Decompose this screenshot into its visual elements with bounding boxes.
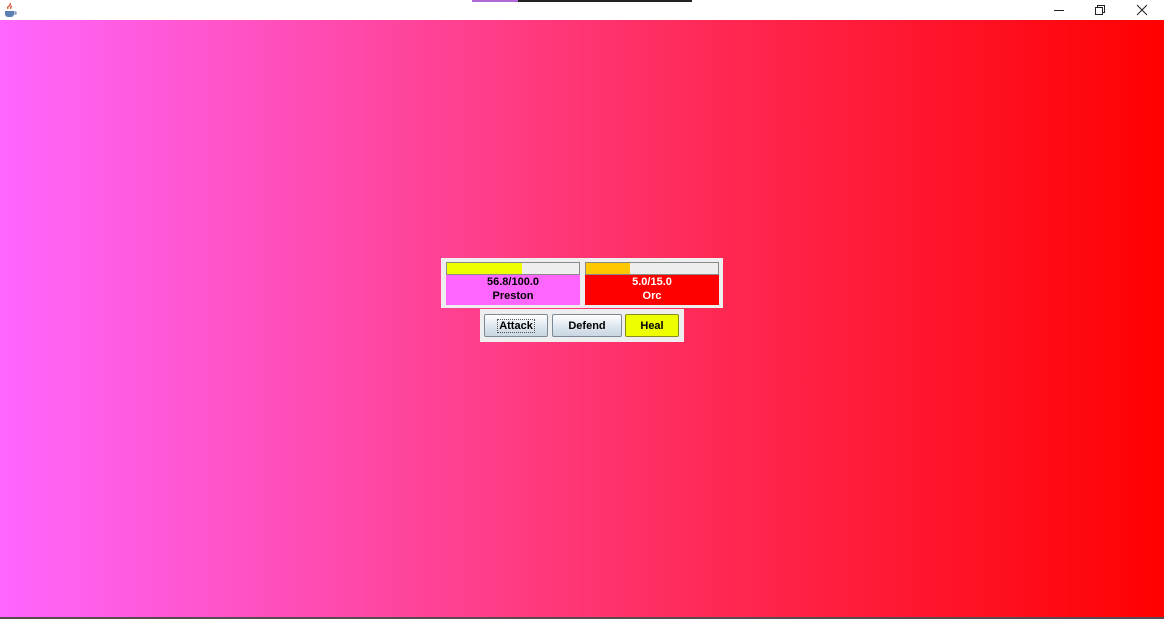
title-tab-indicator [472,0,692,2]
player-name: Preston [492,290,534,302]
player-status: 56.8/100.0 Preston [446,262,580,305]
minimize-icon [1054,10,1064,11]
enemy-health-fill [586,263,630,274]
java-cup-icon [2,2,18,18]
title-tab-accent [472,0,518,2]
action-panel: Attack Defend Heal [480,309,684,342]
close-icon [1136,4,1148,16]
attack-button[interactable]: Attack [484,314,548,337]
enemy-health-text: 5.0/15.0 [632,276,672,288]
restore-icon [1095,5,1105,15]
player-health-bar [446,262,580,275]
attack-button-label: Attack [497,318,535,333]
heal-button[interactable]: Heal [625,314,679,337]
player-health-text: 56.8/100.0 [487,276,539,288]
title-bar[interactable] [0,0,1164,20]
status-panel: 56.8/100.0 Preston 5.0/15.0 Orc [441,258,723,308]
maximize-button[interactable] [1082,0,1118,20]
defend-button[interactable]: Defend [552,314,622,337]
close-button[interactable] [1124,0,1160,20]
enemy-health-bar [585,262,719,275]
minimize-button[interactable] [1041,0,1077,20]
game-window: 56.8/100.0 Preston 5.0/15.0 Orc Attack D… [0,0,1164,619]
enemy-name: Orc [642,290,662,302]
enemy-status: 5.0/15.0 Orc [585,262,719,305]
player-health-fill [447,263,522,274]
